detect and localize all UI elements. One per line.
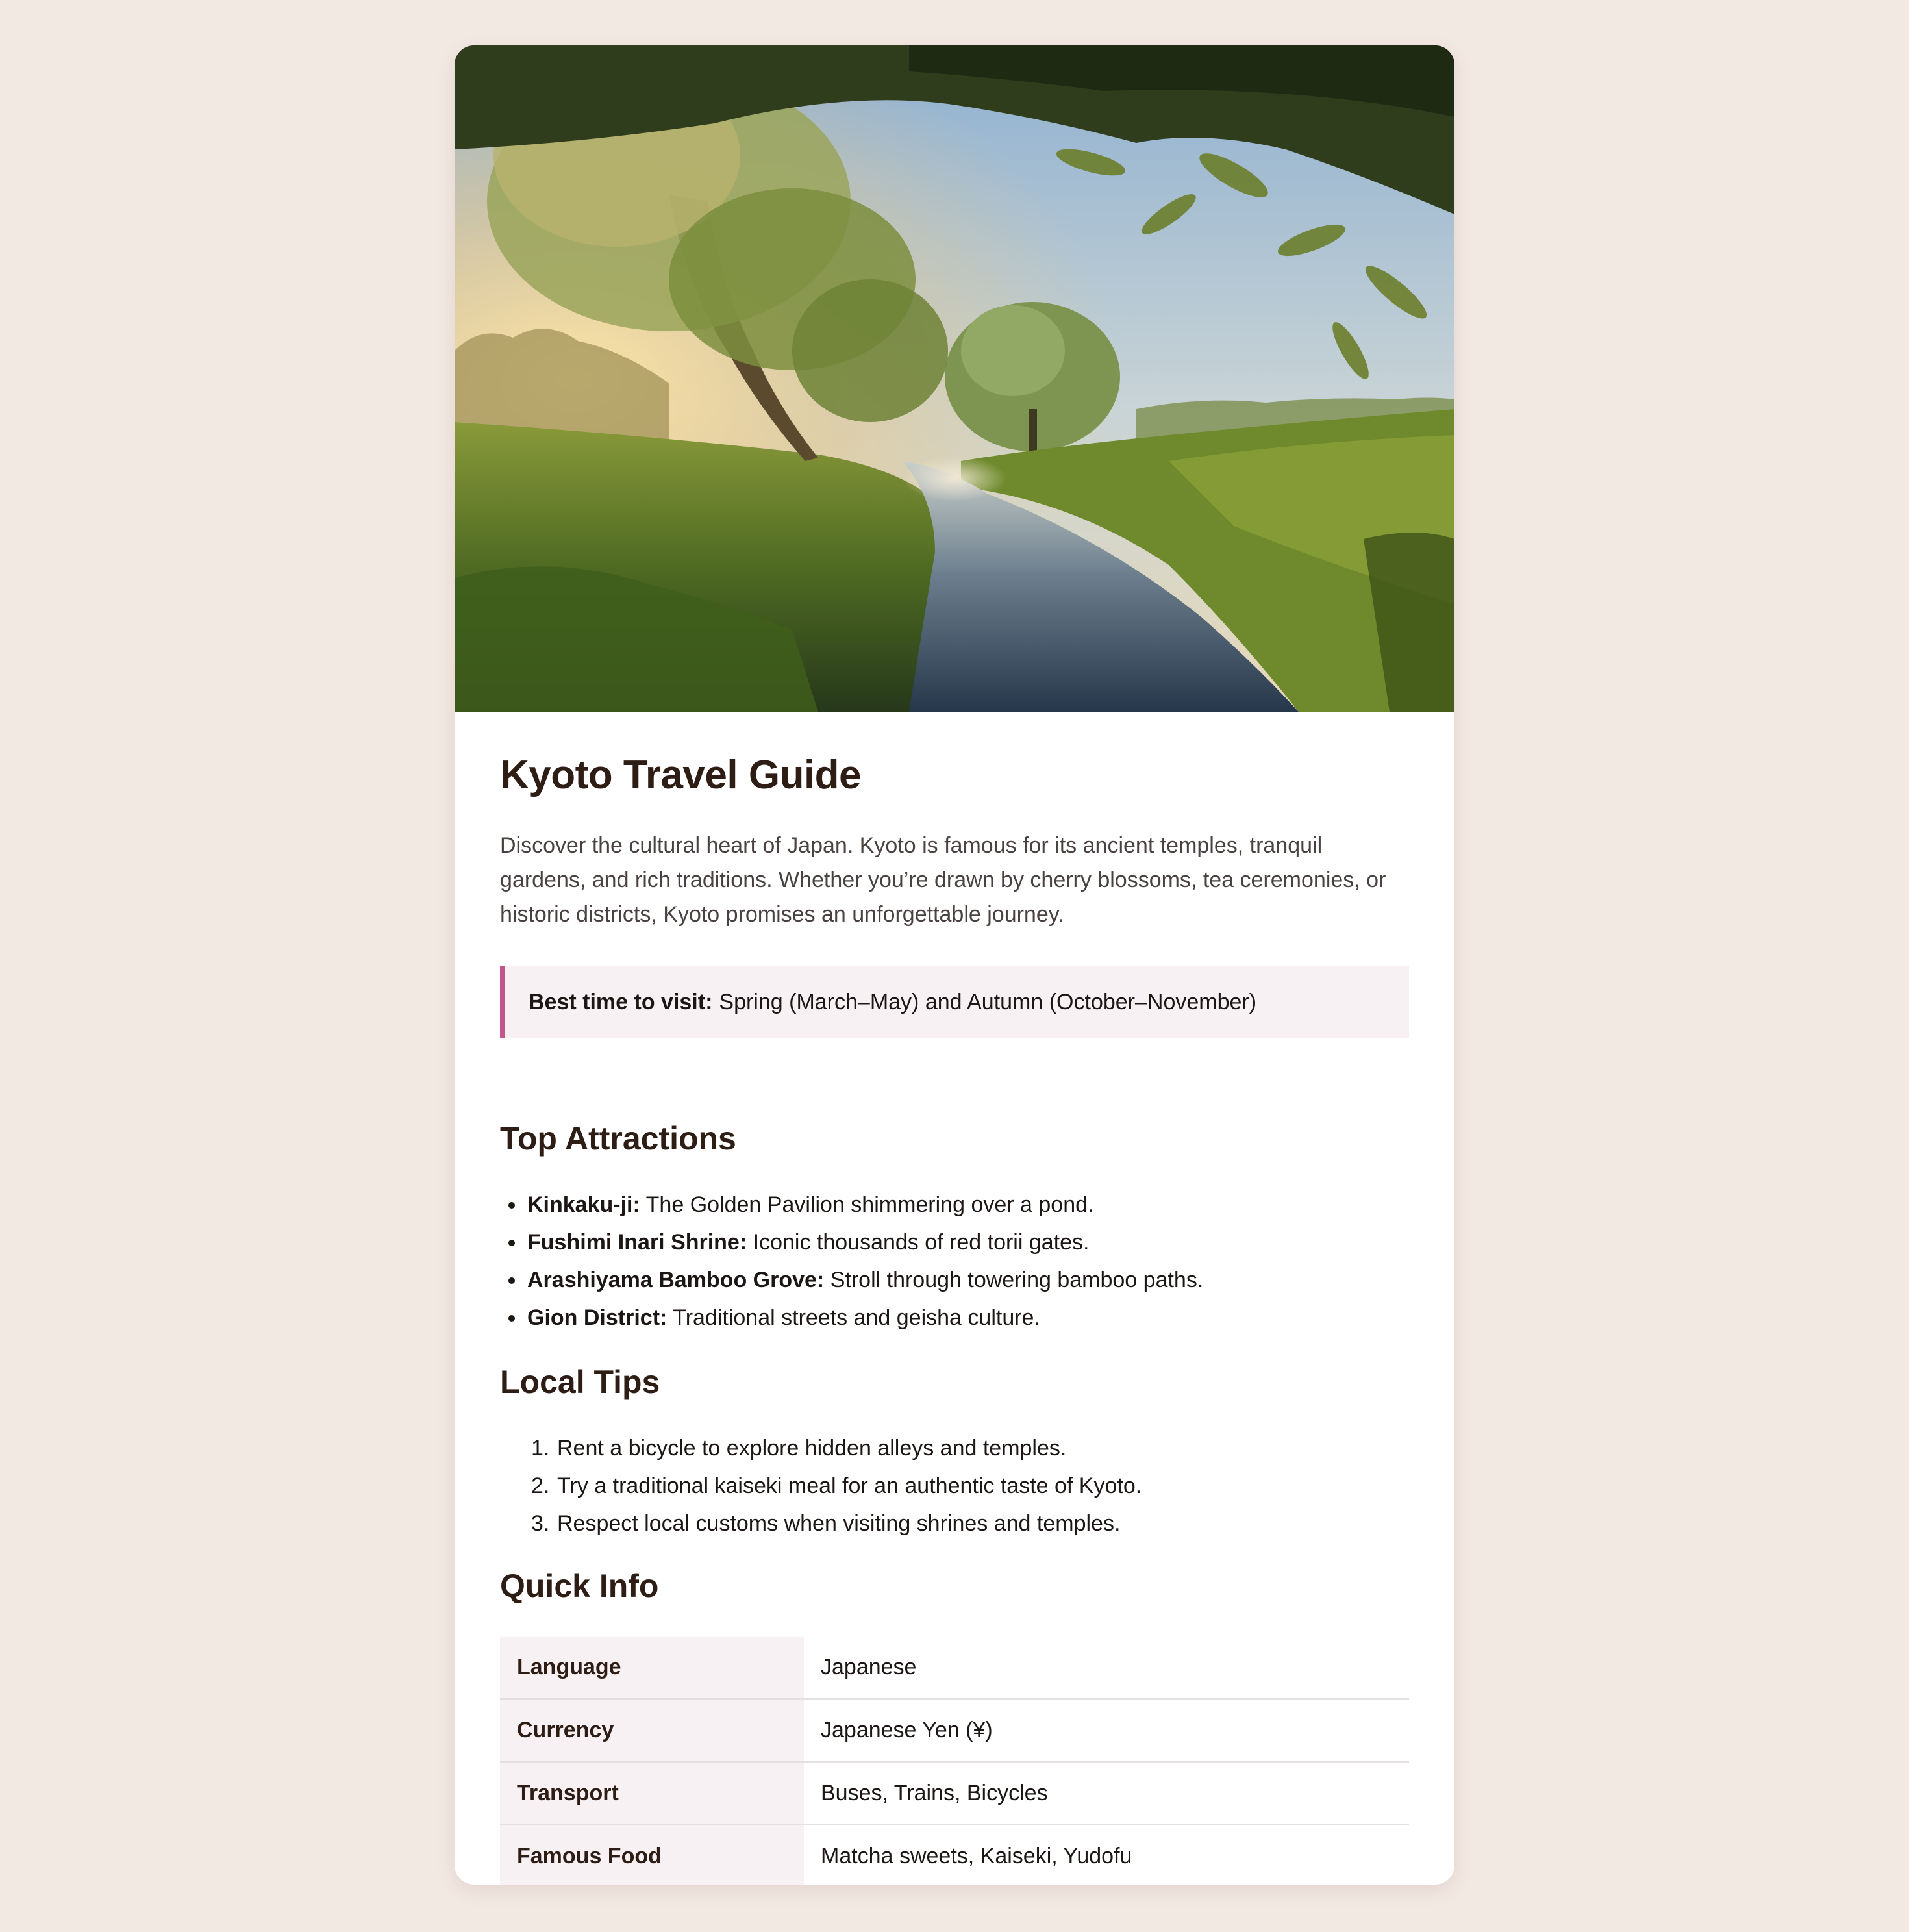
list-item: 2. Try a traditional kaiseki meal for an … <box>500 1467 1142 1505</box>
attraction-desc: Iconic thousands of red torii gates. <box>753 1230 1090 1255</box>
bullet-icon <box>508 1277 515 1284</box>
bullet-icon <box>508 1315 515 1322</box>
info-value: Japanese Yen (¥) <box>804 1699 1409 1763</box>
info-key: Language <box>500 1637 804 1700</box>
attraction-desc: The Golden Pavilion shimmering over a po… <box>645 1192 1094 1217</box>
attraction-desc: Stroll through towering bamboo paths. <box>830 1268 1204 1292</box>
list-item: Kinkaku-ji: The Golden Pavilion shimmeri… <box>500 1186 1203 1223</box>
attraction-name: Gion District: <box>527 1305 668 1330</box>
table-row: Currency Japanese Yen (¥) <box>500 1699 1409 1763</box>
tip-text: Rent a bicycle to explore hidden alleys … <box>557 1436 1067 1461</box>
attraction-desc: Traditional streets and geisha culture. <box>673 1305 1040 1330</box>
tips-list: 1. Rent a bicycle to explore hidden alley… <box>500 1429 1142 1542</box>
landscape-river-photo-icon <box>455 45 1454 712</box>
page-title: Kyoto Travel Guide <box>500 753 862 797</box>
table-row: Famous Food Matcha sweets, Kaiseki, Yudo… <box>500 1825 1409 1885</box>
info-key: Currency <box>500 1699 804 1763</box>
tip-number: 1. <box>531 1436 550 1461</box>
callout-text: Spring (March–May) and Autumn (October–N… <box>719 989 1257 1014</box>
info-key: Transport <box>500 1762 804 1825</box>
attraction-name: Fushimi Inari Shrine: <box>527 1230 747 1255</box>
list-item: 3. Respect local customs when visiting sh… <box>500 1505 1142 1542</box>
attraction-name: Kinkaku-ji: <box>527 1192 640 1217</box>
table-row: Language Japanese <box>500 1637 1409 1700</box>
bullet-icon <box>508 1240 515 1246</box>
table-row: Transport Buses, Trains, Bicycles <box>500 1762 1409 1825</box>
quick-info-heading: Quick Info <box>500 1568 659 1604</box>
bullet-icon <box>508 1202 515 1209</box>
info-value: Buses, Trains, Bicycles <box>804 1762 1409 1825</box>
intro-paragraph: Discover the cultural heart of Japan. Ky… <box>500 833 1386 927</box>
list-item: 1. Rent a bicycle to explore hidden alley… <box>500 1429 1142 1467</box>
attractions-heading: Top Attractions <box>500 1120 736 1157</box>
info-key: Famous Food <box>500 1825 804 1885</box>
tips-heading: Local Tips <box>500 1364 660 1400</box>
list-item: Arashiyama Bamboo Grove: Stroll through … <box>500 1261 1203 1299</box>
guide-card: Kyoto Travel Guide Discover the cultural… <box>455 45 1454 1885</box>
quick-info-table: Language Japanese Currency Japanese Yen … <box>500 1637 1409 1885</box>
tip-number: 3. <box>531 1511 550 1536</box>
tip-text: Try a traditional kaiseki meal for an au… <box>557 1474 1142 1498</box>
attractions-list: Kinkaku-ji: The Golden Pavilion shimmeri… <box>500 1186 1203 1336</box>
list-item: Fushimi Inari Shrine: Iconic thousands o… <box>500 1223 1203 1261</box>
callout-label: Best time to visit: <box>529 989 713 1014</box>
info-value: Japanese <box>804 1637 1409 1700</box>
info-value: Matcha sweets, Kaiseki, Yudofu <box>804 1825 1409 1885</box>
tip-text: Respect local customs when visiting shri… <box>557 1511 1121 1536</box>
list-item: Gion District: Traditional streets and g… <box>500 1299 1203 1336</box>
hero-image <box>455 45 1454 712</box>
best-time-callout: Best time to visit: Spring (March–May) a… <box>500 966 1409 1038</box>
tip-number: 2. <box>531 1474 550 1498</box>
attraction-name: Arashiyama Bamboo Grove: <box>527 1268 825 1292</box>
